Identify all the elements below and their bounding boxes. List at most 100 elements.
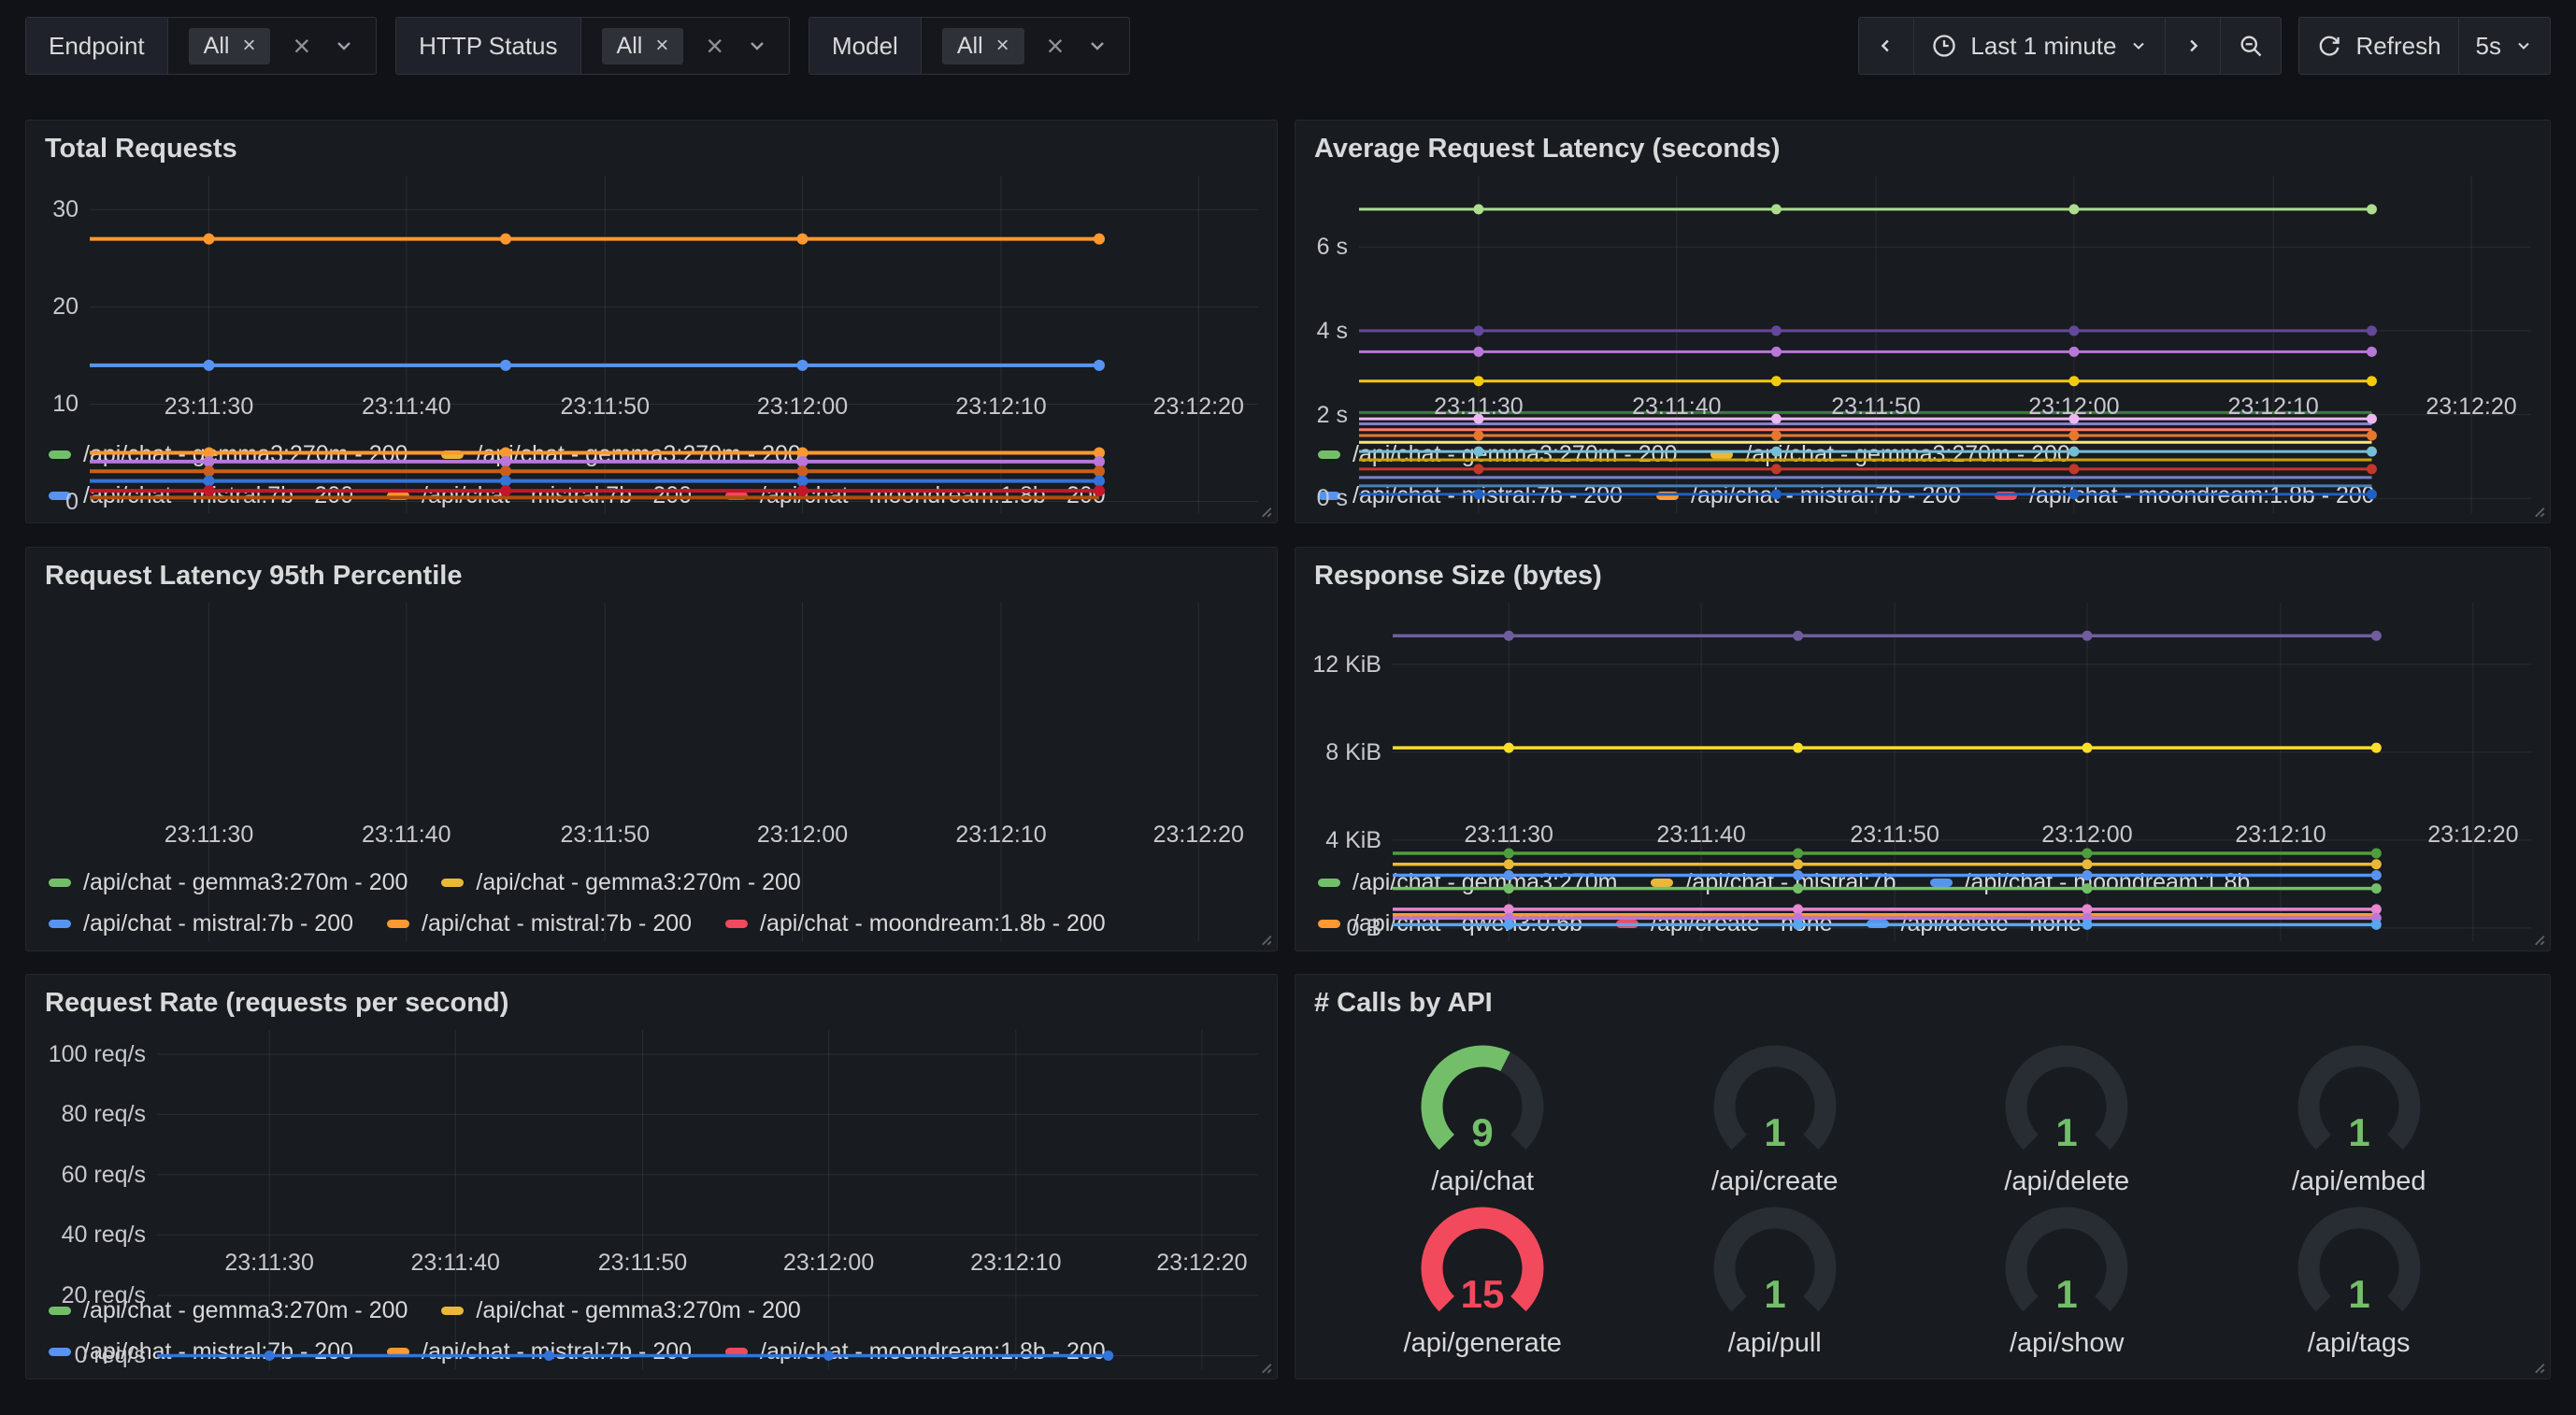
panel-resize-handle[interactable] <box>2529 502 2546 519</box>
panel-title[interactable]: Request Rate (requests per second) <box>45 988 1258 1019</box>
x-axis-label: 23:11:30 <box>165 822 253 849</box>
data-point <box>1473 204 1483 214</box>
timeseries-chart: 0 req/s20 req/s40 req/s60 req/s80 req/s1… <box>26 1022 1277 1379</box>
data-point <box>797 465 809 477</box>
data-point <box>544 1351 554 1361</box>
plot-area[interactable] <box>1359 176 2531 382</box>
data-point <box>500 476 511 487</box>
gauge-value: 1 <box>2056 1110 2078 1154</box>
panel-response-size: Response Size (bytes) 0 B4 KiB8 KiB12 Ki… <box>1295 547 2551 951</box>
filter-endpoint-chip[interactable]: All × <box>189 28 271 64</box>
timeseries-chart: 0 B4 KiB8 KiB12 KiB23:11:3023:11:4023:11… <box>1295 595 2550 950</box>
data-point <box>2068 325 2079 336</box>
filter-model-chip[interactable]: All × <box>942 28 1024 64</box>
panel-title[interactable]: Request Latency 95th Percentile <box>45 561 1258 592</box>
filter-http-status-picker[interactable]: All × × <box>581 18 790 74</box>
filter-clear-icon[interactable]: × <box>1047 31 1065 61</box>
data-point <box>2367 204 2377 214</box>
filter-http-status-chip[interactable]: All × <box>602 28 684 64</box>
x-axis-label: 23:11:40 <box>362 822 451 849</box>
y-axis-label: 8 KiB <box>1325 739 1381 765</box>
x-axis-label: 23:12:10 <box>2227 393 2318 421</box>
x-axis-label: 23:12:10 <box>955 393 1046 421</box>
data-point <box>1094 234 1105 245</box>
plot-area[interactable] <box>90 603 1258 810</box>
data-point <box>1504 743 1514 753</box>
plot-area[interactable] <box>157 1030 1258 1238</box>
x-axis-label: 23:11:30 <box>165 393 253 421</box>
panel-title[interactable]: Average Request Latency (seconds) <box>1314 134 2531 164</box>
data-point <box>1793 859 1803 869</box>
chip-remove-icon[interactable]: × <box>655 35 668 57</box>
data-point <box>265 1351 275 1361</box>
filter-clear-icon[interactable]: × <box>293 31 310 61</box>
data-point <box>1094 360 1105 371</box>
panel-title[interactable]: Total Requests <box>45 134 1258 164</box>
data-point <box>1771 431 1782 441</box>
data-point <box>2082 920 2092 930</box>
panel-title[interactable]: # Calls by API <box>1314 988 2531 1019</box>
refresh-interval-button[interactable]: 5s <box>2458 17 2551 75</box>
chip-remove-icon[interactable]: × <box>242 35 255 57</box>
y-axis-label: 100 req/s <box>49 1041 146 1067</box>
filter-model-picker[interactable]: All × × <box>922 18 1130 74</box>
data-point <box>1504 859 1514 869</box>
x-axis-label: 23:12:10 <box>955 822 1046 849</box>
y-axis-label: 4 s <box>1317 318 1348 344</box>
filter-endpoint-picker[interactable]: All × × <box>168 18 377 74</box>
gauge: 1/api/delete <box>1921 1036 2213 1197</box>
timeseries-chart: 010203023:11:3023:11:4023:11:5023:12:002… <box>26 168 1277 522</box>
chevron-down-icon <box>2129 36 2148 55</box>
x-axis-label: 23:11:50 <box>561 822 650 849</box>
panel-average-request-latency: Average Request Latency (seconds) 0 s2 s… <box>1295 120 2551 523</box>
panel-resize-handle[interactable] <box>1256 1358 1273 1375</box>
chevron-down-icon[interactable] <box>1086 35 1109 57</box>
data-point <box>1094 465 1105 477</box>
filter-model-label: Model <box>809 18 922 74</box>
filter-clear-icon[interactable]: × <box>706 31 723 61</box>
y-axis: 0 s2 s4 s6 s <box>1310 176 1359 382</box>
gauge: 1/api/show <box>1921 1197 2213 1359</box>
y-axis <box>41 603 90 810</box>
gauge-label: /api/tags <box>2308 1328 2411 1359</box>
chevron-down-icon[interactable] <box>746 35 768 57</box>
x-axis: 23:11:3023:11:4023:11:5023:12:0023:12:10… <box>90 382 1258 425</box>
panel-resize-handle[interactable] <box>2529 930 2546 947</box>
x-axis-label: 23:11:50 <box>561 393 650 421</box>
zoom-out-button[interactable] <box>2220 17 2282 75</box>
gauge-arc: 1 <box>2270 1197 2448 1328</box>
panel-request-latency-95th: Request Latency 95th Percentile 23:11:30… <box>25 547 1278 951</box>
clock-icon <box>1931 33 1957 59</box>
data-point <box>2068 431 2079 441</box>
x-axis: 23:11:3023:11:4023:11:5023:12:0023:12:10… <box>157 1238 1258 1281</box>
plot-area[interactable] <box>1393 603 2531 810</box>
y-axis-label: 20 <box>52 293 79 320</box>
data-point <box>1771 489 1782 499</box>
data-point <box>1094 456 1105 467</box>
panel-title[interactable]: Response Size (bytes) <box>1314 561 2531 592</box>
variable-filters: Endpoint All × × HTTP Status All × × <box>25 17 1130 75</box>
data-point <box>1793 743 1803 753</box>
data-point <box>2371 920 2382 930</box>
time-shift-back-button[interactable] <box>1858 17 1914 75</box>
panel-resize-handle[interactable] <box>1256 930 1273 947</box>
chevron-down-icon[interactable] <box>333 35 355 57</box>
panel-resize-handle[interactable] <box>1256 502 1273 519</box>
panel-header: Response Size (bytes) <box>1295 548 2550 595</box>
refresh-button[interactable]: Refresh <box>2298 17 2458 75</box>
gauge-arc: 9 <box>1394 1036 1571 1166</box>
gauge-label: /api/chat <box>1431 1166 1534 1197</box>
x-axis: 23:11:3023:11:4023:11:5023:12:0023:12:10… <box>1393 810 2531 853</box>
chip-remove-icon[interactable]: × <box>996 35 1009 57</box>
panel-resize-handle[interactable] <box>2529 1358 2546 1375</box>
gauge-value: 1 <box>1764 1272 1785 1316</box>
timeseries-chart: 23:11:3023:11:4023:11:5023:12:0023:12:10… <box>26 595 1277 950</box>
time-shift-forward-button[interactable] <box>2165 17 2221 75</box>
data-point <box>823 1351 834 1361</box>
gauge-label: /api/create <box>1711 1166 1838 1197</box>
time-range-picker-button[interactable]: Last 1 minute <box>1913 17 2166 75</box>
x-axis-label: 23:11:30 <box>1434 393 1523 421</box>
gauge-arc: 15 <box>1394 1197 1571 1328</box>
plot-area[interactable] <box>90 176 1258 382</box>
y-axis-label: 0 <box>65 489 79 515</box>
